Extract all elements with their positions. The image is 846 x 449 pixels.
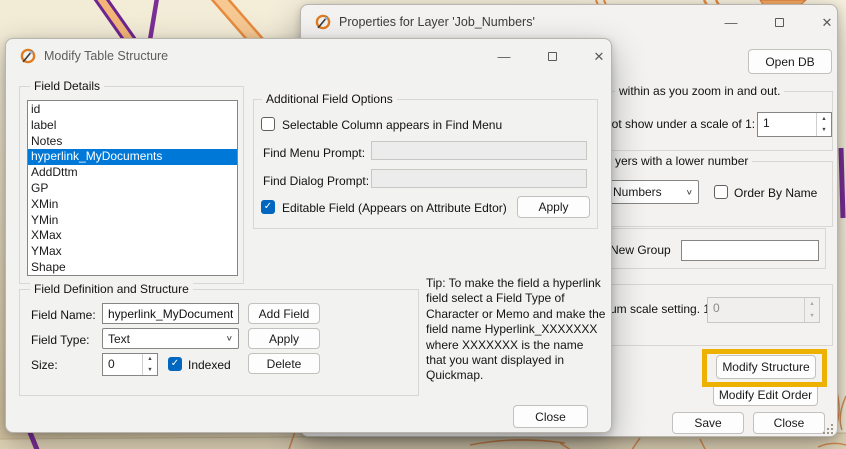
list-item[interactable]: GP <box>28 181 237 197</box>
save-button[interactable]: Save <box>672 412 744 434</box>
spin-up-icon[interactable]: ▲ <box>143 354 157 365</box>
spin-down-icon: ▼ <box>805 310 819 322</box>
additional-apply-button[interactable]: Apply <box>517 196 590 218</box>
draw-order-group-label: yers with a lower number <box>611 154 752 168</box>
indexed-checkbox[interactable]: ✓ <box>168 357 182 371</box>
quickmap-logo-icon <box>19 47 37 65</box>
minimize-icon[interactable]: — <box>716 12 746 33</box>
indexed-label: Indexed <box>188 358 231 372</box>
additional-field-options-group: Additional Field Options Selectable Colu… <box>253 99 598 229</box>
minimize-icon[interactable]: — <box>489 46 519 67</box>
field-definition-label: Field Definition and Structure <box>30 282 193 296</box>
zoom-group-label: within as you zoom in and out. <box>615 84 784 98</box>
field-name-input[interactable] <box>102 303 239 324</box>
order-by-name-checkbox[interactable] <box>714 185 728 199</box>
field-name-label: Field Name: <box>31 308 96 322</box>
spin-down-icon[interactable]: ▼ <box>817 125 831 137</box>
find-dialog-prompt-label: Find Dialog Prompt: <box>263 174 369 188</box>
highlight-box <box>702 349 827 387</box>
editable-field-checkbox[interactable]: ✓ <box>261 200 275 214</box>
scale-setting-value: 0 <box>708 298 804 322</box>
order-by-name-label: Order By Name <box>734 186 817 200</box>
open-db-button[interactable]: Open DB <box>748 49 832 74</box>
list-item[interactable]: Notes <box>28 134 237 150</box>
add-field-button[interactable]: Add Field <box>248 303 320 324</box>
find-menu-prompt-input <box>371 141 587 160</box>
selectable-column-checkbox[interactable] <box>261 117 275 131</box>
scale-threshold-value: 1 <box>758 113 816 136</box>
resize-grip[interactable] <box>823 424 835 436</box>
find-dialog-prompt-input <box>371 169 587 188</box>
list-item[interactable]: Shape <box>28 260 237 276</box>
chevron-down-icon: ∨ <box>686 188 693 196</box>
scale-setting-spinner: 0 ▲ ▼ <box>707 297 820 323</box>
properties-dialog-title: Properties for Layer 'Job_Numbers' <box>339 15 535 29</box>
check-icon: ✓ <box>264 202 272 212</box>
field-type-label: Field Type: <box>31 333 89 347</box>
spin-up-icon: ▲ <box>805 298 819 310</box>
screen: Properties for Layer 'Job_Numbers' — ✕ O… <box>0 0 846 449</box>
delete-button[interactable]: Delete <box>248 353 320 374</box>
selectable-column-label: Selectable Column appears in Find Menu <box>282 118 502 132</box>
list-item-selected[interactable]: hyperlink_MyDocuments <box>28 149 237 165</box>
close-icon[interactable]: ✕ <box>584 46 614 67</box>
find-menu-prompt-label: Find Menu Prompt: <box>263 146 365 160</box>
chevron-down-icon: ∨ <box>226 334 233 342</box>
field-type-value: Text <box>108 332 130 346</box>
list-item[interactable]: XMax <box>28 228 237 244</box>
spin-up-icon[interactable]: ▲ <box>817 113 831 125</box>
new-group-input[interactable] <box>681 240 819 261</box>
modify-table-structure-dialog: Modify Table Structure — ✕ Field Details… <box>5 38 612 433</box>
field-details-label: Field Details <box>30 79 104 93</box>
size-label: Size: <box>31 358 58 372</box>
quickmap-logo-icon <box>314 13 332 31</box>
size-value: 0 <box>103 354 142 375</box>
new-group-label: New Group <box>610 243 671 257</box>
list-item[interactable]: YMax <box>28 244 237 260</box>
spin-down-icon[interactable]: ▼ <box>143 365 157 376</box>
maximize-icon[interactable] <box>764 12 794 33</box>
properties-close-button[interactable]: Close <box>753 412 825 434</box>
editable-field-label: Editable Field (Appears on Attribute Edt… <box>282 201 507 215</box>
modify-dialog-title: Modify Table Structure <box>44 49 168 63</box>
definition-apply-button[interactable]: Apply <box>248 328 320 349</box>
modify-titlebar[interactable]: Modify Table Structure — ✕ <box>6 39 611 73</box>
field-details-group: Field Details id label Notes hyperlink_M… <box>19 86 244 284</box>
field-definition-group: Field Definition and Structure Field Nam… <box>19 289 419 396</box>
field-type-dropdown[interactable]: Text ∨ <box>102 328 239 349</box>
close-icon[interactable]: ✕ <box>812 12 842 33</box>
additional-field-options-label: Additional Field Options <box>262 92 397 106</box>
hyperlink-tip-text: Tip: To make the field a hyperlink field… <box>426 276 606 384</box>
list-item[interactable]: label <box>28 118 237 134</box>
list-item[interactable]: YMin <box>28 213 237 229</box>
properties-titlebar[interactable]: Properties for Layer 'Job_Numbers' — ✕ <box>301 5 837 39</box>
scale-threshold-spinner[interactable]: 1 ▲ ▼ <box>757 112 832 137</box>
field-list[interactable]: id label Notes hyperlink_MyDocuments Add… <box>27 100 238 276</box>
scale-setting-label: um scale setting. 1: <box>610 302 713 316</box>
list-item[interactable]: XMin <box>28 197 237 213</box>
scale-threshold-label: not show under a scale of 1: <box>605 117 755 131</box>
layer-dropdown-value: Numbers <box>613 185 662 199</box>
layer-dropdown[interactable]: Numbers ∨ <box>607 180 699 204</box>
modify-close-button[interactable]: Close <box>513 405 588 428</box>
size-spinner[interactable]: 0 ▲ ▼ <box>102 353 158 376</box>
list-item[interactable]: id <box>28 102 237 118</box>
check-icon: ✓ <box>171 359 179 369</box>
maximize-icon[interactable] <box>537 46 567 67</box>
list-item[interactable]: AddDttm <box>28 165 237 181</box>
